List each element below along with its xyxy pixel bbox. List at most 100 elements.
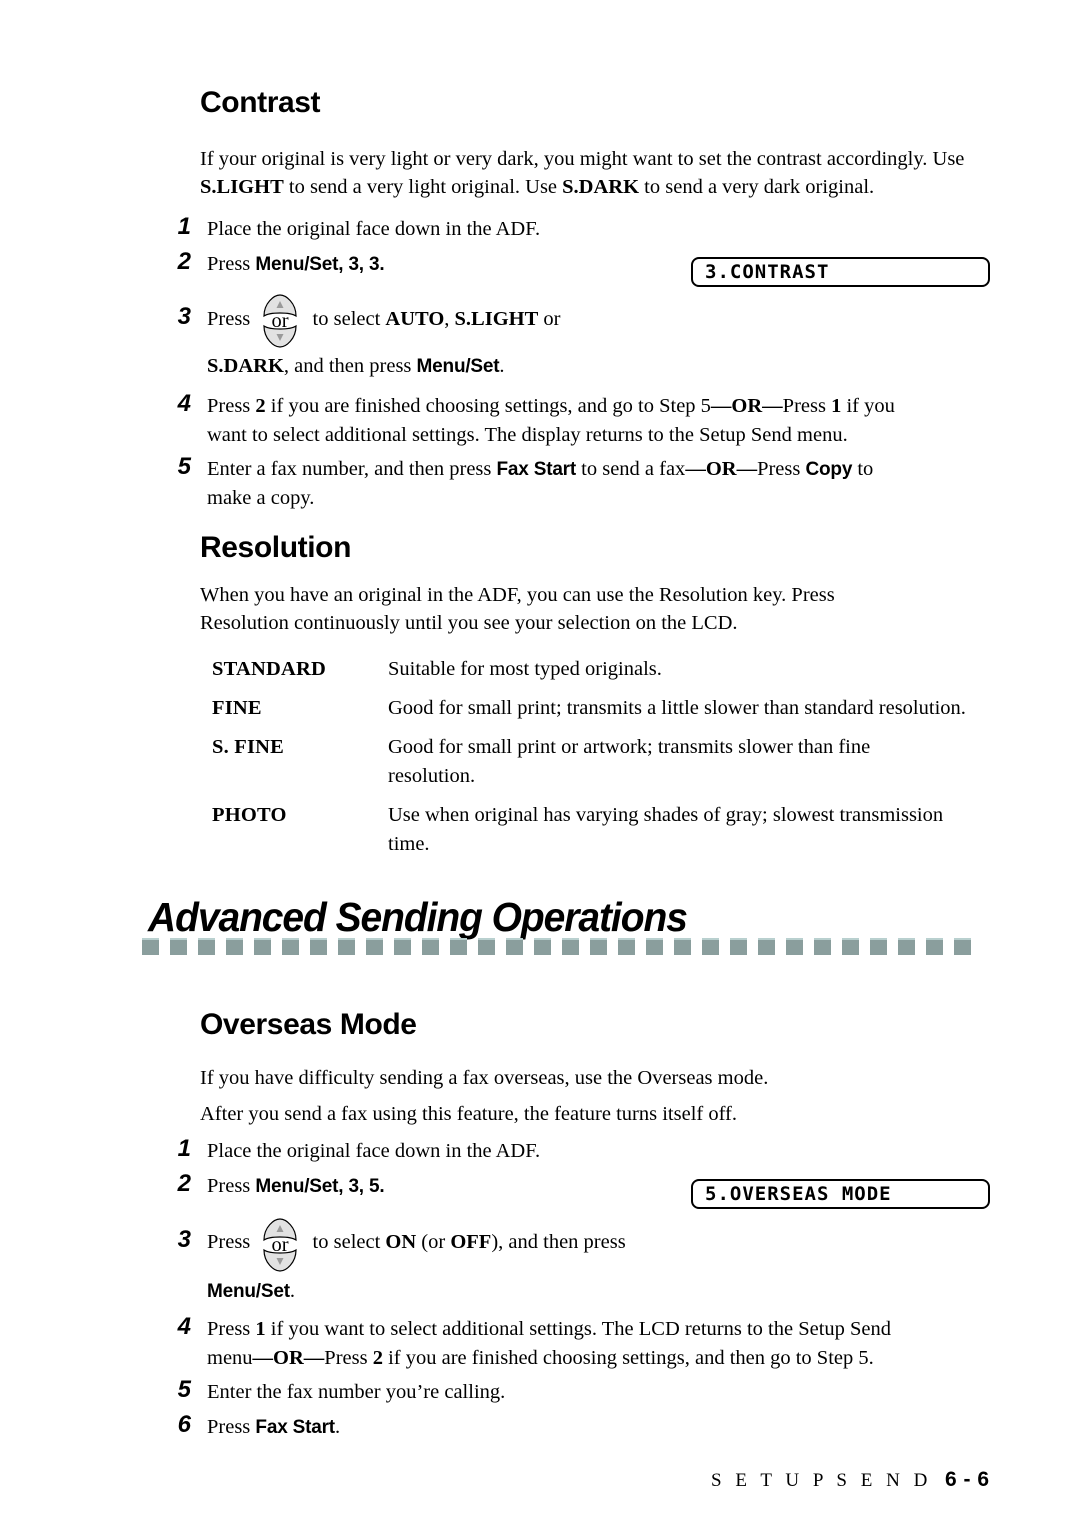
rule-dash (422, 938, 439, 955)
o4-line2-a: menu (207, 1347, 253, 1369)
step-number: 1 (177, 1135, 191, 1162)
footer-page-number: 6 - 6 (945, 1468, 990, 1491)
res-intro-c: key. Press (747, 584, 835, 606)
option-off: OFF (450, 1231, 492, 1253)
overseas-step-1: 1 Place the original face down in the AD… (165, 1135, 985, 1166)
rule-dash (590, 938, 607, 955)
overseas-step-2: 2 Press Menu/Set, 3, 5. (165, 1170, 665, 1201)
option-sep: , (444, 308, 455, 330)
step3-line2-b: , and then press (283, 355, 417, 377)
o4c: if you want to select additional setting… (265, 1318, 892, 1340)
resolution-mode-list: STANDARD Suitable for most typed origina… (212, 655, 1002, 869)
step-text: Press Menu/Set, 3, 5. (207, 1172, 665, 1201)
step-text: Press Fax Start. (207, 1413, 985, 1442)
contrast-intro-paragraph: If your original is very light or very d… (200, 145, 1000, 201)
step-text-pre: Press (207, 1175, 256, 1197)
rule-dash (142, 938, 159, 955)
step-text: Press 1 if you want to select additional… (207, 1315, 995, 1373)
rule-dash (534, 938, 551, 955)
contrast-intro-line2-c: to send a very light original. Use (283, 176, 563, 198)
overseas-step-3-line2: Menu/Set. (207, 1277, 997, 1306)
step-number: 2 (177, 248, 191, 275)
o4a: Press (207, 1318, 256, 1340)
rule-dash (954, 938, 971, 955)
s5c: to send a fax (576, 458, 686, 480)
resolution-mode-row: STANDARD Suitable for most typed origina… (212, 655, 1002, 684)
key-copy: Copy (805, 459, 853, 480)
section-heading-resolution: Resolution (200, 531, 351, 564)
rule-dash (450, 938, 467, 955)
contrast-step-1: 1 Place the original face down in the AD… (165, 213, 985, 244)
step-text: Press Menu/Set, 3, 3. (207, 250, 665, 279)
or-label: or (271, 310, 289, 332)
contrast-intro-sdark: S.DARK (562, 176, 640, 198)
key-fax-start: Fax Start (255, 1417, 335, 1438)
rule-dash (282, 938, 299, 955)
step-text: Enter the fax number you’re calling. (207, 1381, 506, 1403)
rule-dash (394, 938, 411, 955)
resolution-mode-term: S. FINE (212, 736, 285, 758)
resolution-mode-desc: Use when original has varying shades of … (388, 804, 944, 855)
rule-dash (786, 938, 803, 955)
s5g: to (852, 458, 874, 480)
keypad-1: 1 (831, 395, 842, 417)
step-text-post: . (334, 1416, 341, 1438)
step-text: Press to select ON (or OFF), and then pr… (207, 1228, 985, 1257)
contrast-intro-line1: If your original is very light or very d… (200, 148, 928, 170)
res-intro-e: continuously until you see your selectio… (288, 612, 738, 634)
key-resolution: Resolution (200, 612, 289, 634)
o4-line2-c: Press (324, 1347, 373, 1369)
step-text-pre: Press (207, 1416, 256, 1438)
option-on: ON (385, 1231, 417, 1253)
section-heading-overseas-mode: Overseas Mode (200, 1008, 417, 1041)
banner-title-advanced-sending-operations: Advanced Sending Operations (148, 894, 688, 940)
overseas-step-5: 5 Enter the fax number you’re calling. (165, 1376, 985, 1407)
resolution-mode-row: S. FINE Good for small print or artwork;… (212, 733, 1002, 791)
resolution-mode-desc: Suitable for most typed originals. (388, 658, 662, 680)
step-number: 3 (177, 303, 191, 330)
s5-line2: make a copy. (207, 487, 315, 509)
or-dash: —OR— (710, 395, 783, 417)
step3-line2-c: . (289, 1280, 295, 1302)
footer-section-label: S E T U P S E N D (711, 1470, 932, 1491)
option-slight: S.LIGHT (454, 308, 539, 330)
lcd-display-overseas-mode: 5.OVERSEAS MODE (691, 1179, 990, 1209)
option-sdark: S.DARK (207, 355, 284, 377)
step-number: 4 (177, 1313, 191, 1340)
resolution-mode-term: FINE (212, 697, 262, 719)
lcd-text: 3.CONTRAST (705, 261, 830, 283)
up-down-arrow-key-icon[interactable]: or (258, 1216, 302, 1274)
step-number: 4 (177, 390, 191, 417)
resolution-mode-desc: Good for small print; transmits a little… (388, 697, 966, 719)
rule-dash (702, 938, 719, 955)
rule-dash (338, 938, 355, 955)
or-dash: —OR— (685, 458, 758, 480)
step-text: Enter a fax number, and then press Fax S… (207, 455, 995, 513)
step-number: 5 (177, 453, 191, 480)
lcd-display-contrast: 3.CONTRAST (691, 257, 990, 287)
rule-dash (674, 938, 691, 955)
contrast-step-2: 2 Press Menu/Set, 3, 3. (165, 248, 665, 279)
keypad-2: 2 (255, 395, 266, 417)
key-menu-set: Menu/Set (255, 1176, 339, 1197)
rule-dash (562, 938, 579, 955)
resolution-mode-term: STANDARD (212, 658, 326, 680)
rule-dash (842, 938, 859, 955)
rule-dash (926, 938, 943, 955)
step-text-pre: Press (207, 308, 256, 330)
res-intro-a: When you have an original in the ADF, yo… (200, 584, 659, 606)
rule-dash (730, 938, 747, 955)
step-text: Press to select AUTO, S.LIGHT or (207, 305, 985, 334)
step-text-tail: or (538, 308, 561, 330)
step-number: 1 (177, 213, 191, 240)
contrast-step-5: 5 Enter a fax number, and then press Fax… (165, 453, 995, 513)
o4-line2-e: if you are finished choosing settings, a… (382, 1347, 874, 1369)
rule-dash (226, 938, 243, 955)
option-sep: (or (416, 1231, 451, 1253)
up-down-arrow-key-icon[interactable]: or (258, 292, 302, 350)
rule-dash (310, 938, 327, 955)
resolution-mode-term: PHOTO (212, 804, 287, 826)
rule-dash (198, 938, 215, 955)
step3-line2-c: . (499, 355, 505, 377)
section-heading-contrast: Contrast (200, 86, 321, 119)
